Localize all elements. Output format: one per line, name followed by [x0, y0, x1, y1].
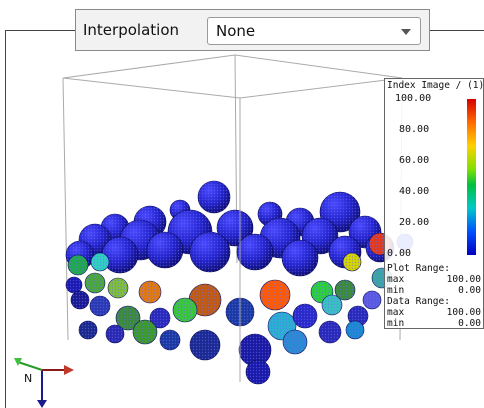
- particle-texture: [190, 232, 230, 272]
- particle-texture: [283, 330, 307, 354]
- particle-texture: [319, 321, 341, 343]
- particle-texture: [139, 281, 161, 303]
- particle-texture: [282, 240, 318, 276]
- particle-texture: [68, 255, 88, 275]
- particle-texture: [147, 232, 183, 268]
- legend-title: Index Image / (1): [387, 80, 484, 91]
- particle-texture: [173, 298, 197, 322]
- legend-tick: 100.00: [395, 93, 432, 104]
- particle-texture: [246, 360, 270, 384]
- plot-range-label: Plot Range:: [387, 263, 450, 274]
- axis-triad-icon: [14, 358, 74, 408]
- particle-texture: [133, 320, 157, 344]
- particle-texture: [108, 278, 128, 298]
- particle-texture: [363, 291, 381, 309]
- particle-texture: [293, 304, 317, 328]
- particle-texture: [106, 325, 124, 343]
- triad-axis-label: N: [24, 372, 33, 385]
- interpolation-value: None: [216, 22, 256, 40]
- data-range-label: Data Range:: [387, 296, 450, 307]
- particle-texture: [79, 321, 97, 339]
- color-legend: Index Image / (1) 100.00 80.00 60.00 40.…: [384, 78, 484, 329]
- particle-texture: [85, 273, 105, 293]
- legend-tick: 20.00: [399, 217, 430, 228]
- particle-texture: [343, 253, 361, 271]
- color-bar: [467, 99, 476, 255]
- particle-texture: [346, 321, 364, 339]
- interpolation-dropdown[interactable]: None: [207, 17, 421, 45]
- chevron-down-icon[interactable]: [401, 29, 411, 35]
- particle-texture: [71, 291, 89, 309]
- interpolation-control: Interpolation None: [75, 9, 430, 51]
- interpolation-label: Interpolation: [83, 21, 179, 39]
- particle-texture: [260, 280, 290, 310]
- particle-texture: [91, 253, 109, 271]
- particle-texture: [90, 296, 110, 316]
- particle-texture: [237, 234, 273, 270]
- particle-texture: [66, 277, 82, 293]
- legend-tick: 0.00: [387, 248, 412, 259]
- particle-texture: [160, 330, 180, 350]
- particle-texture: [322, 295, 342, 315]
- legend-tick: 40.00: [399, 186, 430, 197]
- particle-texture: [198, 181, 230, 213]
- particle-texture: [190, 330, 220, 360]
- legend-tick: 60.00: [399, 155, 430, 166]
- legend-tick: 80.00: [399, 124, 430, 135]
